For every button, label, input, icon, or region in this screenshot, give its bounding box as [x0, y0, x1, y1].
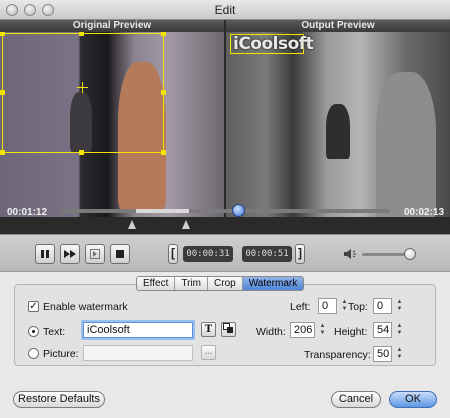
crop-handle[interactable] [0, 150, 5, 155]
up-arrow-icon[interactable]: ▲ [318, 323, 327, 330]
top-stepper[interactable]: ▲ ▼ [395, 299, 404, 313]
timeline-selection [135, 209, 189, 213]
crop-handle[interactable] [161, 150, 166, 155]
volume-knob[interactable] [404, 248, 416, 260]
window-title: Edit [214, 3, 236, 17]
fast-forward-button[interactable] [60, 244, 80, 264]
crop-handle[interactable] [0, 90, 5, 95]
end-time-display: 00:00:51 [242, 246, 292, 262]
up-arrow-icon[interactable]: ▲ [395, 299, 404, 306]
crop-center-icon [82, 82, 83, 93]
picture-label: Picture: [43, 348, 79, 360]
trim-end-marker[interactable] [182, 220, 190, 229]
current-time: 00:01:12 [7, 207, 48, 218]
top-input[interactable]: 0 [373, 298, 392, 314]
picture-path-input[interactable] [83, 345, 193, 361]
transport-bar: [ 00:00:31 00:00:51 ] [0, 234, 450, 272]
stop-icon [116, 250, 124, 258]
font-button[interactable]: T [201, 322, 216, 337]
up-arrow-icon[interactable]: ▲ [395, 347, 404, 354]
transparency-label: Transparency: [304, 349, 371, 361]
original-preview-header: Original Preview [0, 20, 224, 32]
preview-area: Original Preview Output Preview iCoolsof… [0, 20, 450, 234]
fast-forward-icon [64, 250, 76, 258]
down-arrow-icon[interactable]: ▼ [395, 306, 404, 313]
next-frame-icon [90, 249, 100, 259]
output-preview-video: iCoolsoft [226, 32, 450, 217]
pause-icon [41, 250, 49, 258]
trim-start-marker[interactable] [128, 220, 136, 229]
set-start-button[interactable]: [ [168, 244, 178, 264]
crop-handle[interactable] [161, 32, 166, 36]
enable-watermark-checkbox[interactable]: ✓ [28, 301, 39, 312]
person-figure [326, 104, 350, 159]
browse-picture-button[interactable]: ... [201, 345, 216, 360]
crop-rectangle[interactable] [2, 33, 164, 153]
top-label: Top: [348, 301, 368, 313]
height-input[interactable]: 54 [373, 322, 392, 338]
enable-watermark-label: Enable watermark [43, 301, 128, 313]
cancel-button[interactable]: Cancel [331, 391, 381, 408]
tab-crop[interactable]: Crop [208, 277, 243, 290]
watermark-text-input[interactable]: iCoolsoft [83, 322, 193, 338]
title-bar: Edit [0, 0, 450, 20]
ok-button[interactable]: OK [389, 391, 437, 408]
up-arrow-icon[interactable]: ▲ [395, 323, 404, 330]
crop-handle[interactable] [161, 90, 166, 95]
down-arrow-icon[interactable]: ▼ [395, 354, 404, 361]
transparency-stepper[interactable]: ▲ ▼ [395, 347, 404, 361]
tab-effect[interactable]: Effect [137, 277, 176, 290]
picture-radio[interactable] [28, 348, 39, 359]
restore-defaults-button[interactable]: Restore Defaults [13, 391, 105, 408]
tab-trim[interactable]: Trim [175, 277, 209, 290]
width-label: Width: [256, 326, 286, 338]
crop-handle[interactable] [0, 32, 5, 36]
set-end-button[interactable]: ] [295, 244, 305, 264]
text-label: Text: [43, 326, 66, 338]
height-label: Height: [334, 326, 368, 338]
total-time: 00:02:13 [404, 207, 445, 218]
down-arrow-icon[interactable]: ▼ [395, 330, 404, 337]
width-input[interactable]: 206 [290, 322, 315, 338]
left-input[interactable]: 0 [318, 298, 337, 314]
volume-icon [344, 249, 356, 259]
transparency-input[interactable]: 50 [373, 346, 392, 362]
next-frame-button[interactable] [85, 244, 105, 264]
text-radio[interactable] [28, 326, 39, 337]
edit-tabs: Effect Trim Crop Watermark [136, 276, 305, 291]
output-preview-header: Output Preview [226, 20, 450, 32]
start-time-display: 00:00:31 [183, 246, 233, 262]
height-stepper[interactable]: ▲ ▼ [395, 323, 404, 337]
width-stepper[interactable]: ▲ ▼ [318, 323, 327, 337]
watermark-overlay[interactable]: iCoolsoft [230, 34, 314, 54]
person-figure [376, 72, 436, 217]
timeline-track[interactable] [60, 204, 390, 217]
crop-handle[interactable] [79, 32, 84, 36]
stop-button[interactable] [110, 244, 130, 264]
crop-handle[interactable] [79, 150, 84, 155]
original-preview-video [0, 32, 224, 217]
tab-watermark[interactable]: Watermark [242, 277, 304, 290]
pause-button[interactable] [35, 244, 55, 264]
down-arrow-icon[interactable]: ▼ [318, 330, 327, 337]
color-squares-icon [223, 323, 233, 333]
color-button[interactable] [221, 322, 236, 337]
left-label: Left: [290, 301, 311, 313]
